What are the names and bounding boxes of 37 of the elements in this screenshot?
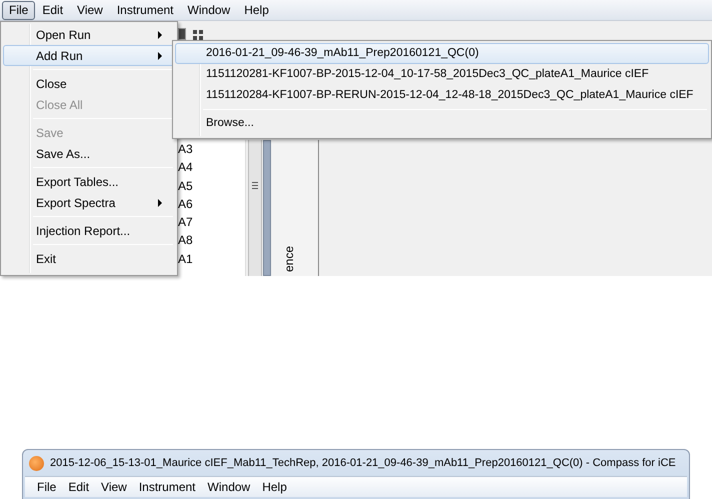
menu-item[interactable]: Save As...	[3, 143, 175, 164]
menu-item[interactable]: Browse...	[175, 113, 709, 134]
well-label[interactable]: A7	[178, 213, 245, 232]
menu-item[interactable]: Exit	[3, 248, 175, 269]
menu-item[interactable]: Window	[180, 0, 238, 20]
menu-item[interactable]: Instrument	[132, 478, 202, 496]
toolbar-icon[interactable]	[178, 28, 186, 40]
tab-label: ence	[281, 246, 297, 272]
menu-item[interactable]: Add Run	[3, 45, 175, 66]
menu-item[interactable]: Help	[237, 0, 276, 20]
menu-item[interactable]: Injection Report...	[3, 220, 175, 241]
menu-item[interactable]: Instrument	[110, 0, 181, 20]
well-label[interactable]: A4	[178, 158, 245, 177]
grid-icon[interactable]	[193, 30, 203, 40]
app-icon	[29, 456, 44, 470]
menu-item[interactable]: Help	[256, 478, 293, 496]
menu-item[interactable]: File	[31, 478, 62, 496]
menu-item[interactable]: Export Tables...	[3, 171, 175, 192]
menu-item[interactable]: 2016-01-21_09-46-39_mAb11_Prep20160121_QC(0)	[175, 43, 709, 64]
menu-item[interactable]: Open Run	[3, 24, 175, 45]
well-label[interactable]: A8	[178, 231, 245, 250]
well-label[interactable]: A6	[178, 194, 245, 214]
menu-item[interactable]: View	[70, 0, 110, 20]
menu-item[interactable]: Export Spectra	[3, 192, 175, 213]
well-label[interactable]: A5	[178, 176, 245, 195]
menu-item[interactable]: 1151120281-KF1007-BP-2015-12-04_10-17-58_2015Dec3_QC_plateA1_Maurice cIEF	[175, 64, 709, 85]
grip-icon	[252, 182, 258, 189]
window-title: 2015-12-06_15-13-01_Maurice cIEF_Mab11_TechRep, 2016-01-21_09-46-39_mAb11_Prep20160121_QC(0) - Compass for iCE	[50, 456, 676, 471]
menu-item[interactable]: Window	[202, 478, 256, 496]
well-label[interactable]: A1	[178, 250, 245, 268]
menu-item[interactable]: Edit	[62, 478, 96, 496]
menu-item[interactable]: File	[2, 0, 36, 20]
well-label[interactable]: A3	[178, 140, 245, 158]
menu-item[interactable]: Close	[3, 73, 175, 94]
menu-item[interactable]: Edit	[35, 0, 70, 20]
menu-item[interactable]: 1151120284-KF1007-BP-RERUN-2015-12-04_12-48-18_2015Dec3_QC_plateA1_Maurice cIEF	[175, 85, 709, 106]
menu-item[interactable]: View	[95, 478, 133, 496]
